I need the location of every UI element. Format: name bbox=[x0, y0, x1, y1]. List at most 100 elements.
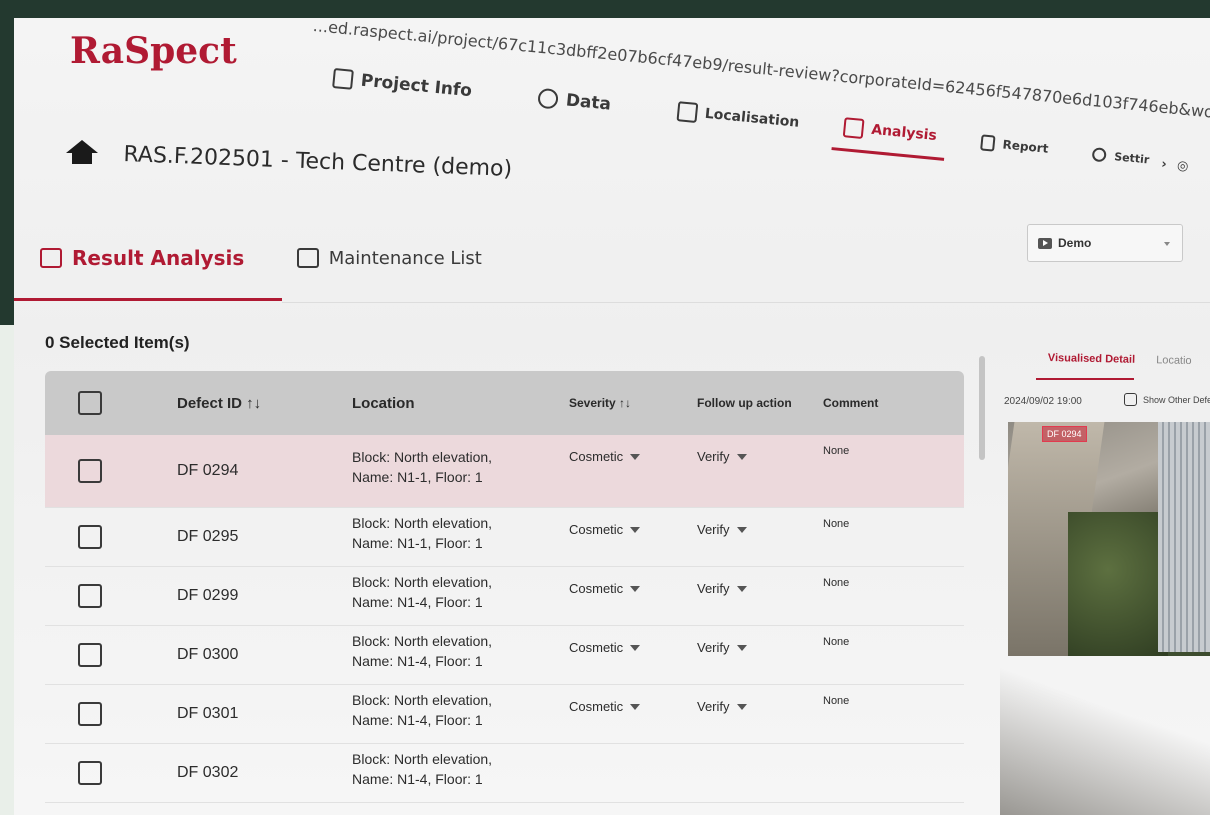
comment-cell[interactable]: None bbox=[823, 577, 849, 589]
tab-maintenance-list[interactable]: Maintenance List bbox=[296, 248, 482, 269]
active-detail-tab-underline bbox=[1036, 378, 1134, 380]
nav-item-label: Project Info bbox=[359, 70, 473, 102]
chevron-down-icon bbox=[1164, 242, 1170, 246]
location-cell: Block: North elevation, Name: N1-1, Floor… bbox=[352, 447, 492, 487]
chevron-down-icon bbox=[736, 644, 747, 651]
nav-item-project-info[interactable]: Project Info bbox=[332, 68, 473, 101]
show-other-defects-toggle[interactable]: Show Other Defe bbox=[1124, 393, 1210, 406]
header-severity[interactable]: Severity ↑↓ bbox=[569, 396, 631, 410]
row-checkbox[interactable] bbox=[78, 584, 102, 608]
header-comment: Comment bbox=[823, 396, 879, 410]
location-block: Block: North elevation, bbox=[352, 449, 493, 465]
table-row[interactable]: DF 0299 Block: North elevation, Name: N1-… bbox=[45, 567, 964, 626]
defect-tag: DF 0294 bbox=[1042, 426, 1087, 442]
globe-icon[interactable]: ◎ bbox=[1176, 158, 1189, 174]
nav-item-label: Data bbox=[564, 90, 612, 115]
table-row[interactable]: DF 0294 Block: North elevation, Name: N1-… bbox=[45, 435, 964, 508]
tab-location[interactable]: Locatio bbox=[1156, 354, 1192, 367]
follow-up-select[interactable]: Verify bbox=[697, 449, 747, 464]
photo-vegetation bbox=[1068, 512, 1168, 656]
defect-id: DF 0295 bbox=[177, 528, 239, 545]
tab-visualised-detail[interactable]: Visualised Detail bbox=[1048, 352, 1135, 366]
follow-up-select[interactable]: Verify bbox=[697, 581, 747, 596]
analysis-icon bbox=[842, 117, 865, 139]
location-cell: Block: North elevation, Name: N1-4, Floor… bbox=[352, 749, 492, 789]
row-checkbox[interactable] bbox=[78, 459, 102, 483]
table-row[interactable]: DF 0301 Block: North elevation, Name: N1-… bbox=[45, 685, 964, 744]
nav-item-report[interactable]: Report bbox=[979, 134, 1049, 156]
table-row[interactable]: DF 0295 Block: North elevation, Name: N1-… bbox=[45, 508, 964, 567]
defect-id: DF 0294 bbox=[177, 462, 239, 479]
severity-select[interactable]: Cosmetic bbox=[569, 699, 641, 714]
nav-more-chevron[interactable]: › bbox=[1161, 157, 1168, 172]
severity-select[interactable]: Cosmetic bbox=[569, 640, 641, 655]
severity-value: Cosmetic bbox=[569, 449, 624, 464]
show-other-checkbox[interactable] bbox=[1124, 393, 1137, 406]
location-cell: Block: North elevation, Name: N1-1, Floor… bbox=[352, 513, 492, 553]
location-block: Block: North elevation, bbox=[352, 751, 493, 767]
app-logo[interactable]: RaSpect bbox=[70, 30, 237, 72]
report-icon bbox=[979, 134, 996, 152]
sub-tabs: Result Analysis Maintenance List bbox=[40, 246, 530, 273]
chevron-down-icon bbox=[736, 585, 747, 592]
follow-up-select[interactable]: Verify bbox=[697, 522, 747, 537]
demo-select[interactable]: Demo bbox=[1027, 224, 1183, 262]
app-screen: ...ed.raspect.ai/project/67c11c3dbff2e07… bbox=[14, 18, 1210, 815]
row-checkbox[interactable] bbox=[78, 525, 102, 549]
location-name: Name: N1-4, Floor: 1 bbox=[352, 653, 483, 669]
tab-result-analysis[interactable]: Result Analysis bbox=[40, 246, 244, 270]
severity-select[interactable]: Cosmetic bbox=[569, 449, 641, 464]
home-icon-body[interactable] bbox=[72, 152, 92, 164]
selected-count: 0 Selected Item(s) bbox=[45, 333, 190, 352]
follow-up-select[interactable]: Verify bbox=[697, 640, 747, 655]
location-cell: Block: North elevation, Name: N1-4, Floor… bbox=[352, 572, 492, 612]
capture-date: 2024/09/02 19:00 bbox=[1004, 396, 1082, 407]
project-info-icon bbox=[332, 68, 354, 90]
photo-wall bbox=[1158, 422, 1210, 652]
table-row[interactable]: DF 0302 Block: North elevation, Name: N1-… bbox=[45, 744, 964, 803]
severity-select[interactable]: Cosmetic bbox=[569, 581, 641, 596]
comment-cell[interactable]: None bbox=[823, 518, 849, 530]
chevron-down-icon bbox=[736, 453, 747, 460]
address-bar-url[interactable]: ...ed.raspect.ai/project/67c11c3dbff2e07… bbox=[312, 18, 1210, 143]
follow-up-value: Verify bbox=[697, 449, 730, 464]
defects-table: Defect ID ↑↓ Location Severity ↑↓ Follow… bbox=[45, 371, 964, 803]
play-icon bbox=[1038, 237, 1052, 249]
select-all-checkbox[interactable] bbox=[78, 391, 102, 415]
nav-item-label: Settir bbox=[1113, 149, 1150, 167]
clipboard-icon bbox=[296, 248, 319, 268]
table-row[interactable]: DF 0300 Block: North elevation, Name: N1-… bbox=[45, 626, 964, 685]
follow-up-select[interactable]: Verify bbox=[697, 699, 747, 714]
chevron-down-icon bbox=[630, 453, 641, 460]
nav-item-label: Report bbox=[1001, 137, 1049, 156]
severity-value: Cosmetic bbox=[569, 581, 624, 596]
defect-photo[interactable]: DF 0294 bbox=[1008, 422, 1210, 656]
active-nav-underline bbox=[831, 147, 945, 161]
project-title: RAS.F.202501 - Tech Centre (demo) bbox=[123, 142, 513, 182]
detail-panel: Visualised Detail Locatio 2024/09/02 19:… bbox=[992, 338, 1210, 815]
show-other-label: Show Other Defe bbox=[1143, 394, 1210, 405]
location-name: Name: N1-4, Floor: 1 bbox=[352, 712, 483, 728]
row-checkbox[interactable] bbox=[78, 643, 102, 667]
location-name: Name: N1-1, Floor: 1 bbox=[352, 535, 483, 551]
nav-item-settings[interactable]: Settir bbox=[1091, 147, 1150, 167]
nav-item-localisation[interactable]: Localisation bbox=[676, 101, 800, 133]
header-defect-id[interactable]: Defect ID ↑↓ bbox=[177, 395, 261, 412]
comment-cell[interactable]: None bbox=[823, 636, 849, 648]
nav-item-analysis[interactable]: Analysis bbox=[831, 117, 945, 161]
monitor-frame-top bbox=[0, 0, 1210, 18]
severity-select[interactable]: Cosmetic bbox=[569, 522, 641, 537]
comment-cell[interactable]: None bbox=[823, 695, 849, 707]
chevron-down-icon bbox=[630, 526, 641, 533]
scan-icon bbox=[676, 101, 698, 123]
row-checkbox[interactable] bbox=[78, 702, 102, 726]
nav-item-label: Localisation bbox=[704, 105, 801, 131]
chevron-down-icon bbox=[736, 703, 747, 710]
table-scrollbar[interactable] bbox=[979, 356, 985, 460]
location-block: Block: North elevation, bbox=[352, 692, 493, 708]
row-checkbox[interactable] bbox=[78, 761, 102, 785]
severity-value: Cosmetic bbox=[569, 699, 624, 714]
nav-item-data[interactable]: Data bbox=[537, 87, 612, 115]
comment-cell[interactable]: None bbox=[823, 445, 849, 457]
location-cell: Block: North elevation, Name: N1-4, Floor… bbox=[352, 631, 492, 671]
